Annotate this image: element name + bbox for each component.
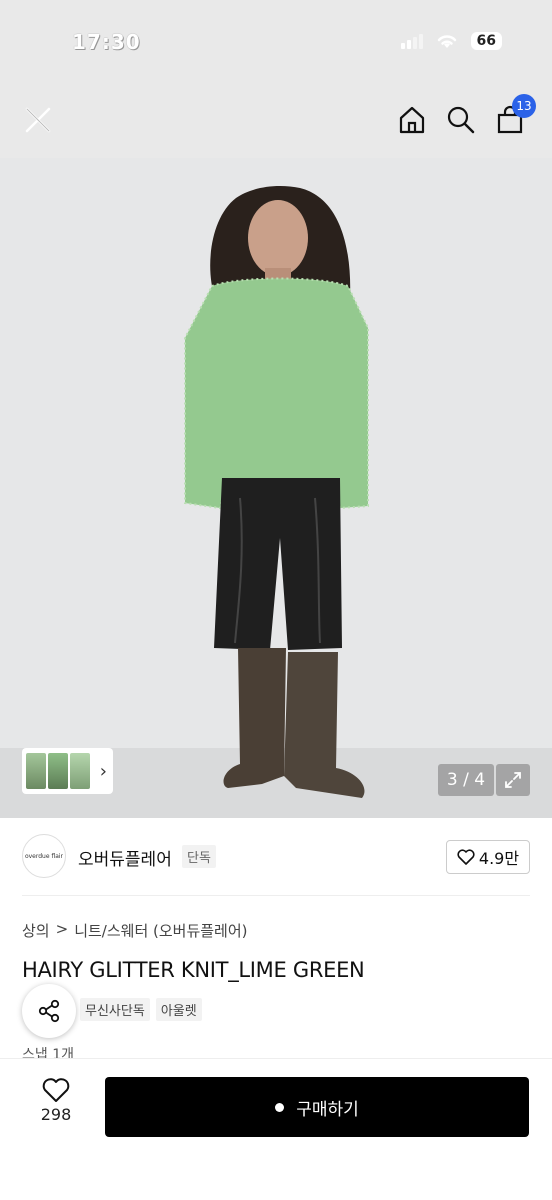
share-button[interactable] bbox=[22, 984, 76, 1038]
breadcrumb-category[interactable]: 상의 bbox=[22, 920, 50, 941]
thumbnail[interactable] bbox=[70, 753, 90, 789]
brand-name[interactable]: 오버듀플레어 bbox=[78, 845, 172, 870]
status-time: 17:30 bbox=[72, 30, 141, 54]
product-title: HAIRY GLITTER KNIT_LIME GREEN bbox=[22, 958, 365, 982]
home-icon bbox=[399, 106, 425, 134]
heart-icon bbox=[457, 849, 475, 865]
brand-like-count: 4.9만 bbox=[478, 849, 520, 868]
bottom-action-bar: 298 구매하기 bbox=[0, 1058, 552, 1200]
product-image[interactable]: › 3 / 4 bbox=[0, 158, 552, 818]
cart-count-badge: 13 bbox=[512, 94, 536, 118]
brand-row: overdue flair 오버듀플레어 단독 4.9만 bbox=[22, 818, 530, 896]
wishlist-button[interactable]: 298 bbox=[30, 1077, 82, 1124]
image-counter: 3 / 4 bbox=[438, 764, 494, 796]
breadcrumb: 상의 > 니트/스웨터 (오버듀플레어) bbox=[22, 920, 248, 941]
close-button[interactable] bbox=[18, 100, 58, 140]
chevron-right-icon: › bbox=[99, 760, 107, 782]
buy-button[interactable]: 구매하기 bbox=[105, 1077, 529, 1137]
buy-dot-icon bbox=[275, 1102, 285, 1112]
expand-button[interactable] bbox=[496, 764, 530, 796]
battery-indicator: 66 bbox=[470, 32, 502, 50]
thumbnail-strip[interactable]: › bbox=[22, 748, 113, 794]
model-photo bbox=[0, 158, 552, 818]
wishlist-count: 298 bbox=[40, 1105, 72, 1124]
brand-exclusive-tag: 단독 bbox=[182, 845, 216, 868]
wifi-icon bbox=[437, 35, 456, 48]
thumbnail[interactable] bbox=[48, 753, 68, 789]
brand-like-button[interactable]: 4.9만 bbox=[446, 840, 530, 874]
expand-icon bbox=[505, 772, 521, 788]
status-icons: 66 bbox=[400, 32, 502, 50]
cart-button[interactable]: 13 bbox=[490, 94, 536, 140]
brand-logo[interactable]: overdue flair bbox=[22, 834, 66, 878]
buy-button-label: 구매하기 bbox=[296, 1099, 359, 1120]
tag-outlet: 아울렛 bbox=[155, 998, 202, 1021]
status-bar: 17:30 66 bbox=[0, 0, 552, 90]
top-nav: 13 bbox=[0, 90, 552, 158]
heart-icon bbox=[42, 1078, 70, 1102]
search-icon bbox=[447, 106, 475, 134]
thumbnail[interactable] bbox=[26, 753, 46, 789]
close-icon bbox=[25, 107, 51, 133]
breadcrumb-separator: > bbox=[55, 920, 69, 938]
home-button[interactable] bbox=[392, 100, 432, 140]
breadcrumb-subcategory[interactable]: 니트/스웨터 (오버듀플레어) bbox=[74, 920, 247, 941]
signal-icon bbox=[400, 33, 423, 49]
share-icon bbox=[38, 999, 60, 1023]
tag-musinsa-exclusive: 무신사단독 bbox=[80, 998, 150, 1021]
search-button[interactable] bbox=[441, 100, 481, 140]
